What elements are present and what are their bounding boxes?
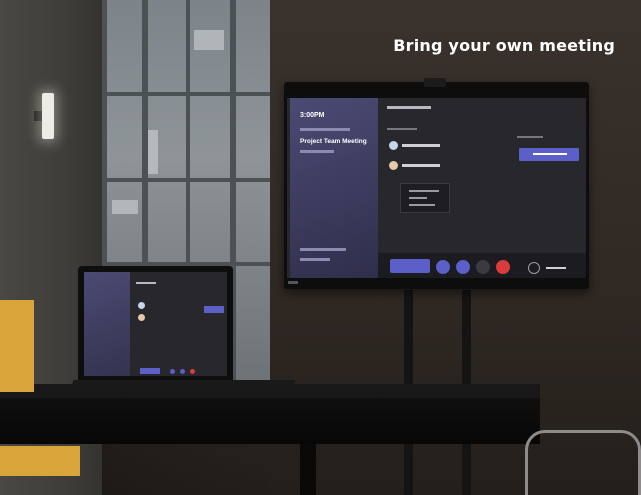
tray-button[interactable] — [390, 259, 430, 273]
tv-screen: 3:00PM Project Team Meeting — [287, 98, 586, 278]
laptop — [70, 266, 296, 388]
camera-icon[interactable] — [436, 260, 450, 274]
display-screen: 3:00PM Project Team Meeting — [284, 78, 589, 289]
avatar — [389, 161, 398, 170]
join-button[interactable] — [519, 148, 579, 161]
call-controls — [378, 253, 586, 278]
share-icon[interactable] — [476, 260, 490, 274]
meeting-side-panel: 3:00PM Project Team Meeting — [290, 98, 378, 278]
avatar — [389, 141, 398, 150]
chair — [0, 300, 34, 392]
participant-row[interactable] — [389, 161, 509, 173]
chair — [525, 430, 641, 495]
volume-icon[interactable] — [528, 262, 540, 274]
meeting-time: 3:00PM — [300, 112, 325, 119]
volume-slider[interactable] — [546, 267, 566, 269]
microphone-icon[interactable] — [456, 260, 470, 274]
meeting-title: Project Team Meeting — [300, 138, 367, 145]
hangup-icon[interactable] — [496, 260, 510, 274]
page-heading: Bring your own meeting — [393, 36, 615, 55]
participant-menu[interactable] — [400, 183, 450, 213]
participants-heading — [387, 106, 431, 109]
table — [0, 384, 540, 398]
wall-sconce — [34, 93, 58, 143]
chair — [0, 446, 80, 476]
camera-icon — [424, 78, 446, 87]
laptop-screen — [84, 272, 227, 376]
photo-scene: Bring your own meeting 3:00PM Project Te… — [0, 0, 641, 495]
participant-row[interactable] — [389, 141, 509, 153]
